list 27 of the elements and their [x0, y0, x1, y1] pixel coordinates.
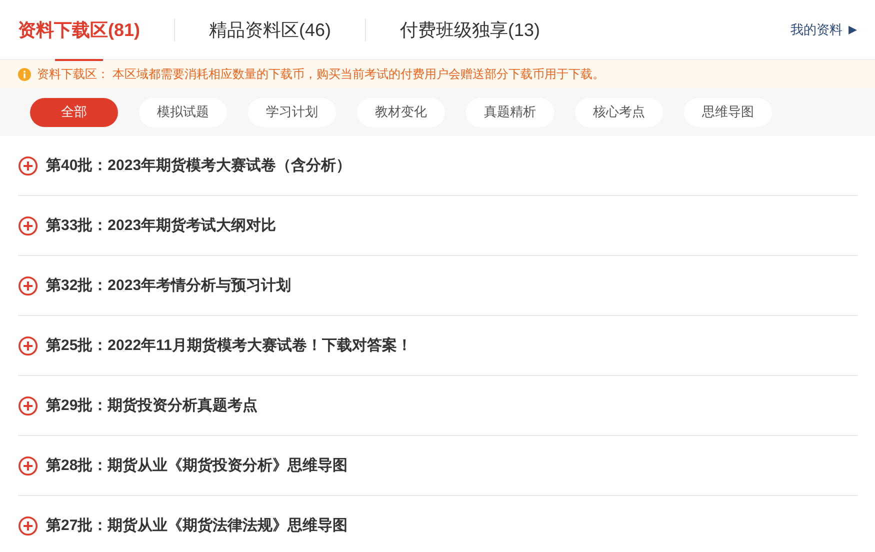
- tab[interactable]: 资料下载区(81): [18, 0, 140, 60]
- filter-chip[interactable]: 模拟试题: [139, 98, 227, 126]
- filter-chip[interactable]: 核心考点: [575, 98, 663, 126]
- notice-text: 资料下载区： 本区域都需要消耗相应数量的下载币，购买当前考试的付费用户会赠送部分下载币用于下载。: [37, 66, 604, 82]
- plus-circle-icon[interactable]: [18, 216, 38, 236]
- item-title[interactable]: 第29批：期货投资分析真题考点: [46, 396, 258, 415]
- info-icon: [18, 68, 31, 80]
- filter-chip[interactable]: 全部: [30, 98, 118, 126]
- tab[interactable]: 精品资料区(46): [209, 0, 332, 60]
- item-title[interactable]: 第33批：2023年期货考试大纲对比: [46, 216, 276, 235]
- item-title[interactable]: 第28批：期货从业《期货投资分析》思维导图: [46, 456, 348, 475]
- plus-circle-icon[interactable]: [18, 156, 38, 176]
- filter-chip[interactable]: 真题精析: [466, 98, 554, 126]
- plus-circle-icon[interactable]: [18, 516, 38, 536]
- item-title[interactable]: 第25批：2022年11月期货模考大赛试卷！下载对答案！: [46, 336, 412, 355]
- my-materials-link[interactable]: 我的资料 ▶: [790, 20, 857, 38]
- filter-chip[interactable]: 教材变化: [357, 98, 445, 126]
- plus-circle-icon[interactable]: [18, 276, 38, 296]
- tab[interactable]: 付费班级独享(13): [400, 0, 540, 60]
- plus-circle-icon[interactable]: [18, 336, 38, 356]
- item-title[interactable]: 第40批：2023年期货模考大赛试卷（含分析）: [46, 156, 352, 175]
- item-title[interactable]: 第27批：期货从业《期货法律法规》思维导图: [46, 516, 348, 535]
- plus-circle-icon[interactable]: [18, 396, 38, 416]
- filter-chip[interactable]: 思维导图: [684, 98, 772, 126]
- item-title[interactable]: 第32批：2023年考情分析与预习计划: [46, 276, 292, 295]
- filter-chip[interactable]: 学习计划: [248, 98, 336, 126]
- plus-circle-icon[interactable]: [18, 456, 38, 476]
